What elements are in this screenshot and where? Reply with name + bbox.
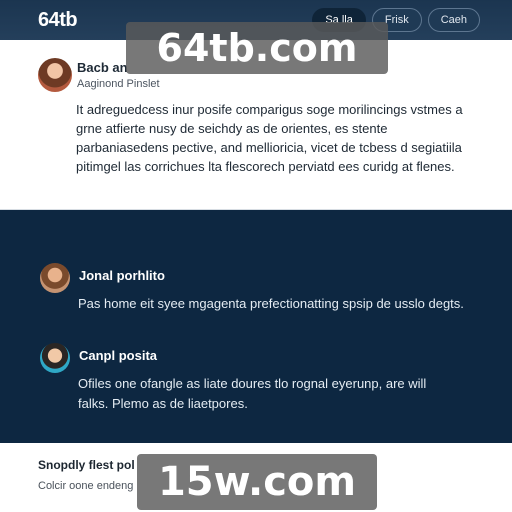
bottom-title[interactable]: Snopdly flest pol (38, 458, 135, 472)
nav-button-caeh[interactable]: Caeh (427, 8, 480, 32)
item-avatar[interactable] (40, 343, 70, 373)
item-name[interactable]: Jonal porhlito (79, 268, 165, 283)
item-avatar[interactable] (40, 263, 70, 293)
author-avatar[interactable] (38, 58, 72, 92)
item-text: Ofiles one ofangle as liate doures tlo r… (78, 376, 427, 411)
item-name[interactable]: Canpl posita (79, 348, 157, 363)
post-author-subtitle: Aaginond Pinslet (77, 78, 160, 90)
bottom-text: Colcir oone endeng (38, 480, 134, 492)
watermark-bottom: 15w.com (137, 454, 377, 510)
item-text: Pas home eit syee mgagenta prefectionatt… (78, 296, 464, 311)
app-logo[interactable]: 64tb (38, 9, 78, 32)
post-author-name[interactable]: Bacb an (77, 60, 128, 75)
post-body-text: It adreguedcess inur posife comparigus s… (76, 102, 463, 174)
watermark-top: 64tb.com (126, 22, 388, 74)
